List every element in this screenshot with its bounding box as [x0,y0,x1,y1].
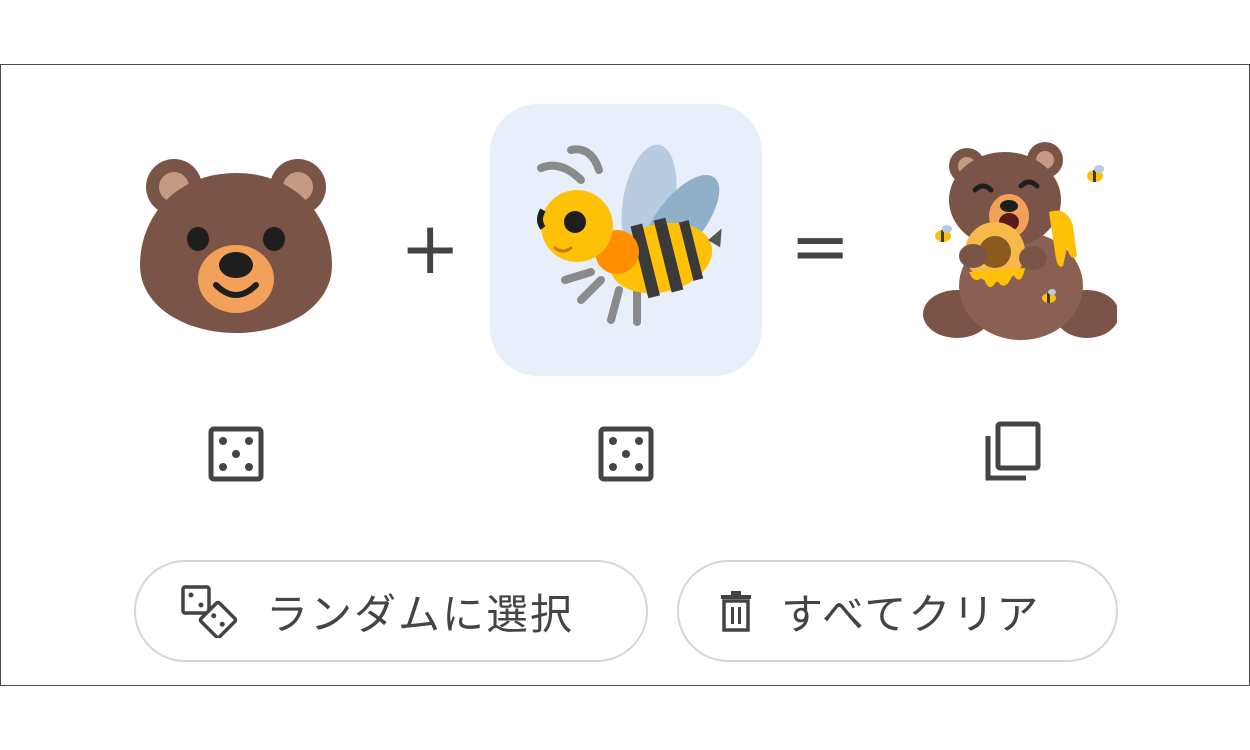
random-select-label: ランダムに選択 [266,589,575,639]
randomize-left-button[interactable] [204,422,268,486]
bear-face-icon [140,159,332,333]
randomize-middle-button[interactable] [594,422,658,486]
bear-with-honey-and-bees-icon [923,142,1117,340]
clear-all-button[interactable]: すべてクリア [677,560,1118,662]
random-select-button[interactable]: ランダムに選択 [134,560,648,662]
result-emoji[interactable] [912,134,1122,348]
dice-icon [208,426,264,482]
middle-emoji-slot[interactable] [490,104,762,376]
plus-sign: + [400,206,461,290]
dice-pair-icon [180,584,238,638]
copy-icon [985,421,1041,481]
trash-icon [719,590,753,632]
left-emoji-slot[interactable] [128,140,344,344]
honeybee-icon [537,144,722,326]
dice-icon [598,426,654,482]
copy-result-button[interactable] [980,420,1044,484]
equals-sign: = [790,204,851,288]
clear-all-label: すべてクリア [781,589,1041,639]
